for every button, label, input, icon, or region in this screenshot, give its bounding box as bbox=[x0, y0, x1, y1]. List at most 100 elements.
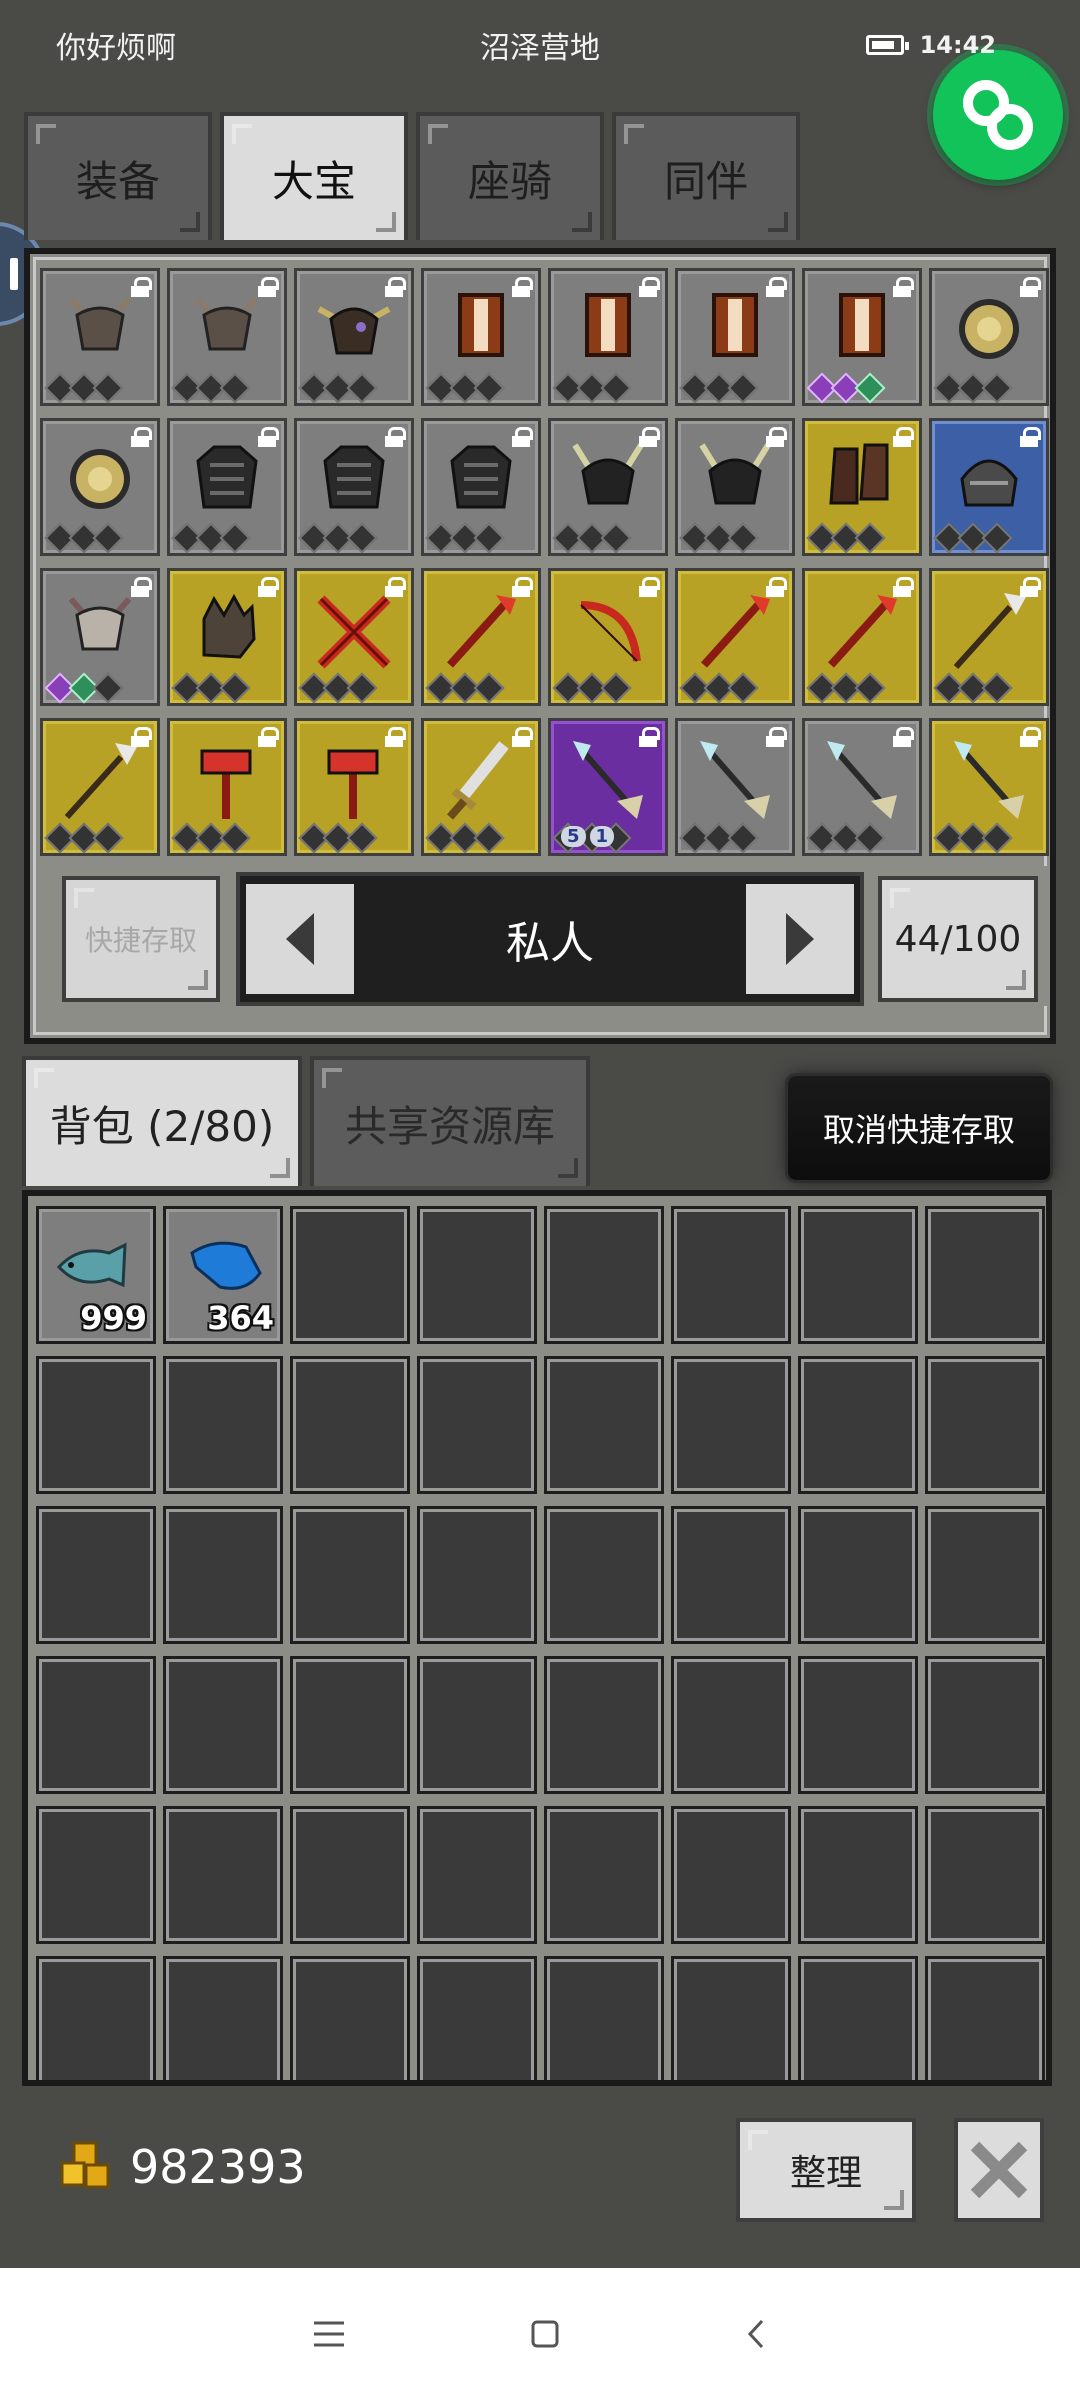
backpack-slot-empty[interactable] bbox=[290, 1956, 410, 2080]
backpack-slot-empty[interactable] bbox=[798, 1806, 918, 1944]
backpack-slot-empty[interactable] bbox=[798, 1506, 918, 1644]
storage-slot[interactable] bbox=[294, 418, 414, 556]
storage-slot[interactable] bbox=[675, 418, 795, 556]
prev-page-button[interactable] bbox=[246, 884, 354, 994]
backpack-slot-empty[interactable] bbox=[544, 1506, 664, 1644]
backpack-slot-empty[interactable] bbox=[417, 1656, 537, 1794]
storage-slot[interactable] bbox=[421, 268, 541, 406]
storage-slot[interactable] bbox=[929, 568, 1049, 706]
backpack-slot-empty[interactable] bbox=[417, 1806, 537, 1944]
tab-backpack[interactable]: 背包 (2/80) bbox=[22, 1056, 302, 1186]
backpack-slot-empty[interactable] bbox=[290, 1656, 410, 1794]
storage-slot[interactable] bbox=[167, 268, 287, 406]
backpack-slot-empty[interactable] bbox=[925, 1956, 1045, 2080]
storage-slot[interactable] bbox=[40, 718, 160, 856]
storage-slot[interactable] bbox=[802, 568, 922, 706]
lock-icon bbox=[766, 577, 787, 597]
backpack-slot-empty[interactable] bbox=[290, 1506, 410, 1644]
backpack-slot-empty[interactable] bbox=[36, 1656, 156, 1794]
backpack-slot-empty[interactable] bbox=[798, 1656, 918, 1794]
backpack-slot-empty[interactable] bbox=[671, 1956, 791, 2080]
backpack-slot-empty[interactable] bbox=[925, 1206, 1045, 1344]
backpack-slot-empty[interactable] bbox=[925, 1806, 1045, 1944]
backpack-slot-empty[interactable] bbox=[925, 1656, 1045, 1794]
lock-icon bbox=[893, 427, 914, 447]
backpack-slot-empty[interactable] bbox=[417, 1956, 537, 2080]
backpack-slot-empty[interactable] bbox=[36, 1506, 156, 1644]
backpack-slot-empty[interactable] bbox=[290, 1206, 410, 1344]
backpack-slot-empty[interactable] bbox=[925, 1506, 1045, 1644]
backpack-slot-empty[interactable] bbox=[36, 1956, 156, 2080]
backpack-slot-empty[interactable] bbox=[671, 1806, 791, 1944]
back-icon[interactable] bbox=[744, 2317, 768, 2351]
sort-button[interactable]: 整理 bbox=[736, 2118, 916, 2222]
tab-mount[interactable]: 座骑 bbox=[416, 112, 604, 240]
backpack-slot-empty[interactable] bbox=[671, 1356, 791, 1494]
tab-treasure[interactable]: 大宝 bbox=[220, 112, 408, 240]
storage-slot[interactable] bbox=[421, 418, 541, 556]
backpack-slot-empty[interactable] bbox=[163, 1656, 283, 1794]
backpack-slot-empty[interactable] bbox=[544, 1206, 664, 1344]
storage-slot[interactable] bbox=[675, 568, 795, 706]
menu-icon[interactable] bbox=[312, 2319, 346, 2349]
storage-slot[interactable] bbox=[167, 568, 287, 706]
backpack-slot-empty[interactable] bbox=[163, 1356, 283, 1494]
storage-slot[interactable] bbox=[421, 568, 541, 706]
floating-assistant-button[interactable] bbox=[933, 50, 1063, 180]
backpack-slot-empty[interactable] bbox=[671, 1206, 791, 1344]
storage-slot[interactable] bbox=[675, 718, 795, 856]
backpack-slot-empty[interactable] bbox=[417, 1356, 537, 1494]
quick-access-button[interactable]: 快捷存取 bbox=[62, 876, 220, 1002]
storage-slot[interactable] bbox=[294, 568, 414, 706]
storage-slot[interactable] bbox=[802, 718, 922, 856]
backpack-slot-empty[interactable] bbox=[163, 1956, 283, 2080]
lock-icon bbox=[385, 727, 406, 747]
backpack-slot-empty[interactable] bbox=[671, 1656, 791, 1794]
close-button[interactable] bbox=[954, 2118, 1044, 2222]
backpack-slot-empty[interactable] bbox=[163, 1806, 283, 1944]
storage-slot[interactable] bbox=[802, 418, 922, 556]
gauntlet-icon bbox=[202, 593, 256, 659]
storage-slot[interactable] bbox=[929, 268, 1049, 406]
tab-companion[interactable]: 同伴 bbox=[612, 112, 800, 240]
storage-slot[interactable] bbox=[294, 718, 414, 856]
storage-slot[interactable] bbox=[548, 418, 668, 556]
storage-slot[interactable] bbox=[40, 418, 160, 556]
storage-slot[interactable] bbox=[548, 568, 668, 706]
backpack-slot-empty[interactable] bbox=[36, 1806, 156, 1944]
storage-slot[interactable] bbox=[929, 418, 1049, 556]
backpack-slot-empty[interactable] bbox=[544, 1356, 664, 1494]
storage-slot[interactable] bbox=[167, 418, 287, 556]
storage-slot[interactable] bbox=[548, 268, 668, 406]
backpack-slot-empty[interactable] bbox=[798, 1956, 918, 2080]
storage-slot[interactable] bbox=[929, 718, 1049, 856]
tab-shared-storage[interactable]: 共享资源库 bbox=[310, 1056, 590, 1186]
storage-slot[interactable] bbox=[675, 268, 795, 406]
backpack-slot-empty[interactable] bbox=[417, 1206, 537, 1344]
backpack-slot-empty[interactable] bbox=[925, 1356, 1045, 1494]
next-page-button[interactable] bbox=[746, 884, 854, 994]
storage-slot[interactable] bbox=[40, 568, 160, 706]
storage-slot[interactable] bbox=[294, 268, 414, 406]
backpack-slot-empty[interactable] bbox=[163, 1506, 283, 1644]
storage-slot[interactable] bbox=[40, 268, 160, 406]
storage-slot[interactable] bbox=[802, 268, 922, 406]
backpack-slot-empty[interactable] bbox=[798, 1206, 918, 1344]
backpack-slot-filled[interactable]: 364 bbox=[163, 1206, 283, 1344]
backpack-slot-empty[interactable] bbox=[798, 1356, 918, 1494]
storage-slot[interactable]: 51 bbox=[548, 718, 668, 856]
backpack-slot-empty[interactable] bbox=[290, 1356, 410, 1494]
backpack-slot-empty[interactable] bbox=[290, 1806, 410, 1944]
backpack-slot-empty[interactable] bbox=[36, 1356, 156, 1494]
storage-slot[interactable] bbox=[167, 718, 287, 856]
backpack-slot-empty[interactable] bbox=[544, 1656, 664, 1794]
home-icon[interactable] bbox=[530, 2319, 560, 2349]
storage-slot[interactable] bbox=[421, 718, 541, 856]
cancel-quick-access-button[interactable]: 取消快捷存取 bbox=[788, 1076, 1050, 1180]
backpack-slot-filled[interactable]: 999 bbox=[36, 1206, 156, 1344]
tab-equipment[interactable]: 装备 bbox=[24, 112, 212, 240]
backpack-slot-empty[interactable] bbox=[671, 1506, 791, 1644]
backpack-slot-empty[interactable] bbox=[544, 1806, 664, 1944]
backpack-slot-empty[interactable] bbox=[417, 1506, 537, 1644]
backpack-slot-empty[interactable] bbox=[544, 1956, 664, 2080]
